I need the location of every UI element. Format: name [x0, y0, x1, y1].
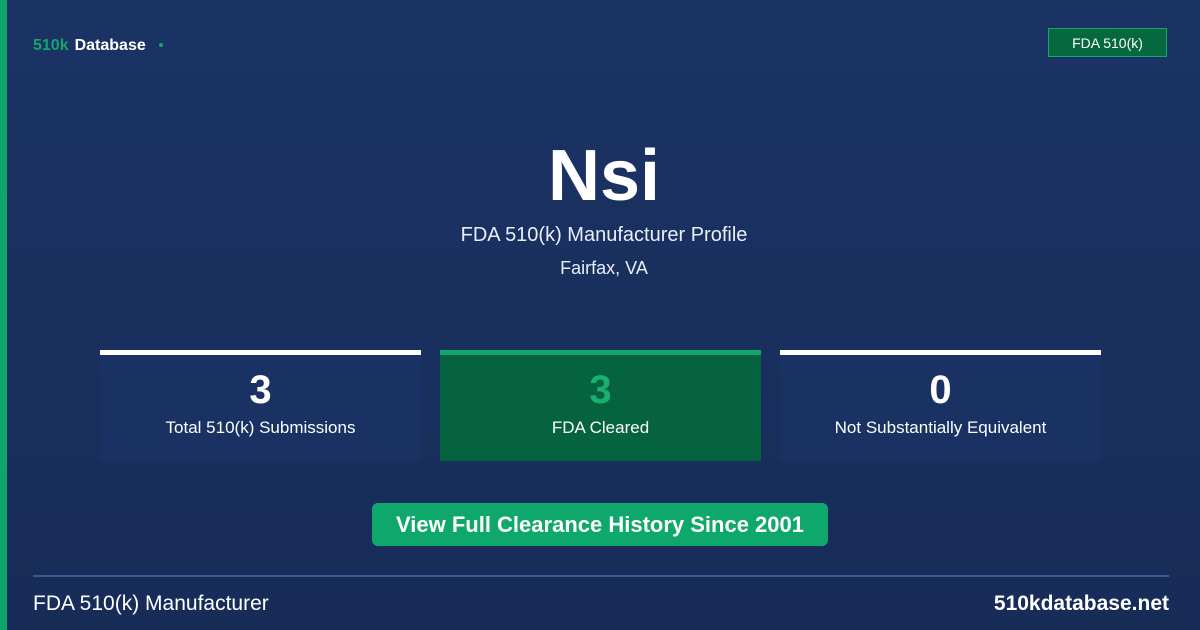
fda-510k-badge: FDA 510(k): [1048, 28, 1167, 57]
stat-label: Not Substantially Equivalent: [834, 418, 1047, 437]
manufacturer-name: Nsi: [547, 136, 661, 216]
manufacturer-location: Fairfax, VA: [560, 258, 648, 278]
left-accent-bar: [0, 0, 7, 630]
profile-subtitle: FDA 510(k) Manufacturer Profile: [460, 224, 748, 246]
brand-accent-text: 510k: [33, 37, 69, 54]
footer-label: FDA 510(k) Manufacturer: [33, 592, 269, 615]
stat-card-fda-cleared: 3 FDA Cleared: [440, 350, 761, 461]
view-clearance-history-button[interactable]: View Full Clearance History Since 2001: [372, 503, 828, 546]
brand-logo[interactable]: 510k Database: [33, 36, 163, 56]
stat-label: Total 510(k) Submissions: [165, 418, 356, 437]
stat-value: 3: [589, 368, 612, 412]
stat-value: 0: [929, 368, 952, 412]
footer-divider: [33, 575, 1169, 577]
brand-dot-icon: [158, 43, 163, 47]
stat-value: 3: [249, 368, 272, 412]
stat-card-total-submissions: 3 Total 510(k) Submissions: [100, 350, 421, 461]
brand-name-text: Database: [74, 37, 146, 54]
stat-card-not-substantially-equivalent: 0 Not Substantially Equivalent: [780, 350, 1101, 461]
footer-site-link[interactable]: 510kdatabase.net: [994, 591, 1169, 617]
stat-label: FDA Cleared: [551, 418, 650, 437]
